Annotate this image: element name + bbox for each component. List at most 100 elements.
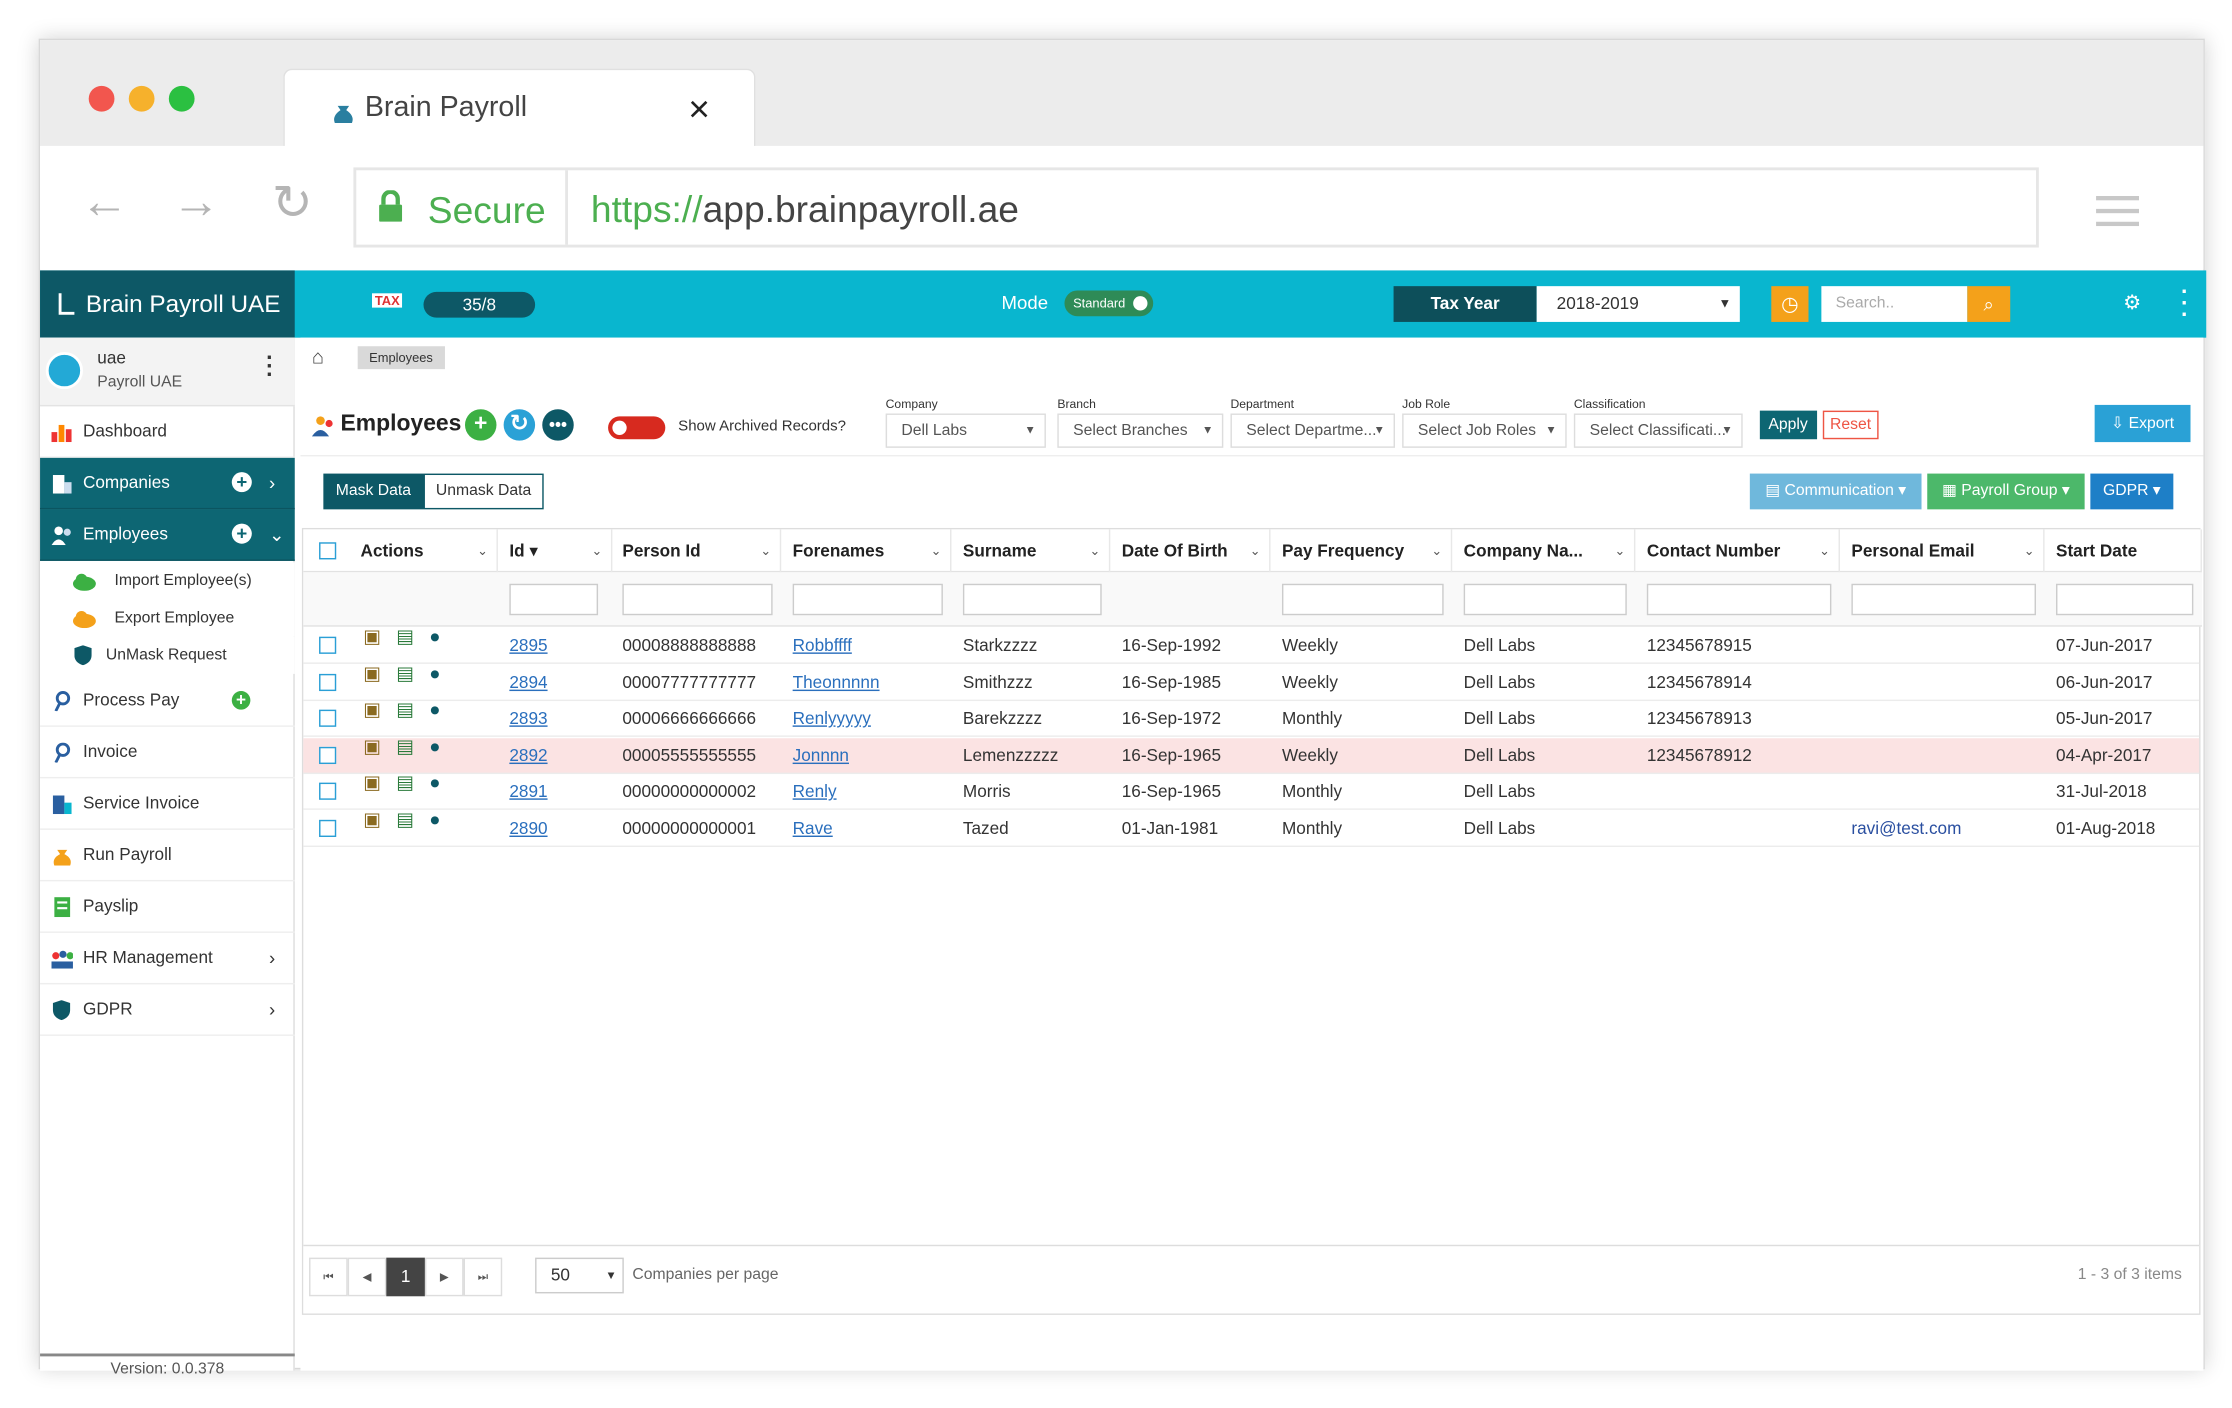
clock-icon[interactable]: ◷ <box>1771 286 1809 322</box>
mask-data-button[interactable]: Mask Data <box>323 473 424 510</box>
column-header[interactable]: Date Of Birth ⌄ <box>1110 529 1271 573</box>
chevron-right-icon[interactable]: › <box>269 933 275 983</box>
reload-icon[interactable]: ↻ <box>272 175 313 232</box>
column-header[interactable]: Actions ⌄ <box>349 529 498 573</box>
forename-link[interactable]: Jonnnn <box>793 745 849 765</box>
browser-tab[interactable]: Brain Payroll × <box>283 68 756 149</box>
sidebar-item-invoice[interactable]: Invoice <box>40 727 295 779</box>
document-add-icon[interactable]: ▤ <box>396 700 414 719</box>
forename-link[interactable]: Renly <box>793 781 837 801</box>
prev-page-button[interactable]: ◀ <box>347 1257 387 1297</box>
sidebar-subitem-export-employee[interactable]: Export Employee <box>40 599 295 637</box>
table-row[interactable]: ▣ ▤ ● 2891 00000000000002 Renly Morris 16-Sep-1… <box>303 773 2200 810</box>
edit-icon[interactable]: ▣ <box>363 627 381 646</box>
column-filter-input[interactable] <box>1851 583 2036 616</box>
maximize-window-button[interactable] <box>168 85 195 112</box>
home-icon[interactable]: ⌂ <box>312 345 324 368</box>
close-window-button[interactable] <box>88 85 115 112</box>
next-page-button[interactable]: ▶ <box>424 1257 464 1297</box>
export-button[interactable]: ⇩ Export <box>2094 404 2191 443</box>
add-employee-button[interactable]: + <box>464 409 497 441</box>
document-add-icon[interactable]: ▤ <box>396 663 414 682</box>
table-row[interactable]: ▣ ▤ ● 2893 00006666666666 Renlyyyyy Barekzzzz 1… <box>303 700 2200 737</box>
column-filter-input[interactable] <box>622 583 773 616</box>
column-header[interactable]: Start Date <box>2045 529 2202 573</box>
more-options-icon[interactable]: ••• <box>542 409 574 441</box>
edit-icon[interactable]: ▣ <box>363 736 381 755</box>
column-filter-input[interactable] <box>509 583 599 616</box>
sidebar-item-payslip[interactable]: Payslip <box>40 881 295 933</box>
brand-logo[interactable]: Brain Payroll UAE <box>40 270 295 338</box>
document-add-icon[interactable]: ▤ <box>396 809 414 828</box>
column-filter-input[interactable] <box>1646 583 1832 616</box>
gdpr-button[interactable]: GDPR ▾ <box>2090 473 2174 510</box>
more-options-icon[interactable]: ● <box>429 809 446 828</box>
search-input[interactable]: Search.. <box>1821 286 1968 322</box>
forward-arrow-icon[interactable]: → <box>172 175 221 231</box>
job-role-select[interactable]: Select Job Roles ▼ <box>1402 413 1567 448</box>
forename-link[interactable]: Rave <box>793 818 833 838</box>
column-header[interactable]: Personal Email ⌄ <box>1840 529 2045 573</box>
department-select[interactable]: Select Departme... ▼ <box>1230 413 1395 448</box>
branch-select[interactable]: Select Branches ▼ <box>1057 413 1224 448</box>
employee-id-link[interactable]: 2893 <box>509 708 547 728</box>
row-checkbox[interactable] <box>319 746 337 764</box>
apply-button[interactable]: Apply <box>1759 410 1817 440</box>
chevron-right-icon[interactable]: › <box>269 984 275 1034</box>
row-checkbox[interactable] <box>319 709 337 727</box>
first-page-button[interactable]: ⏮ <box>309 1257 348 1297</box>
tax-year-select[interactable]: 2018-2019 ▼ <box>1536 286 1740 322</box>
column-header[interactable]: Pay Frequency ⌄ <box>1271 529 1453 573</box>
search-icon[interactable]: ⌕ <box>1967 286 2011 322</box>
column-header[interactable]: Person Id ⌄ <box>611 529 782 573</box>
select-all-checkbox[interactable] <box>319 542 337 560</box>
table-row[interactable]: ▣ ▤ ● 2892 00005555555555 Jonnnn Lemenzzzzz 16-… <box>303 736 2200 774</box>
document-add-icon[interactable]: ▤ <box>396 627 414 646</box>
sidebar-item-process-pay[interactable]: Process Pay + <box>40 675 295 727</box>
table-row[interactable]: ▣ ▤ ● 2895 00008888888888 Robbffff Starkzzzz 16… <box>303 627 2200 664</box>
forename-link[interactable]: Theonnnnn <box>793 672 880 692</box>
add-employee-icon[interactable]: + <box>231 523 252 544</box>
forename-link[interactable]: Renlyyyyy <box>793 708 871 728</box>
reset-button[interactable]: Reset <box>1822 410 1879 440</box>
communication-button[interactable]: ▤ Communication ▾ <box>1749 473 1922 510</box>
sidebar-item-run-payroll[interactable]: Run Payroll <box>40 830 295 882</box>
more-vertical-icon[interactable]: · · · <box>2180 281 2189 327</box>
edit-icon[interactable]: ▣ <box>363 700 381 719</box>
row-checkbox[interactable] <box>319 636 337 654</box>
employee-id-link[interactable]: 2894 <box>509 672 547 692</box>
column-header[interactable]: Contact Number ⌄ <box>1635 529 1840 573</box>
address-bar[interactable]: Secure https://app.brainpayroll.ae <box>353 167 2039 248</box>
back-arrow-icon[interactable]: ← <box>80 175 129 231</box>
chevron-down-icon[interactable]: ⌄ <box>269 509 285 559</box>
unmask-data-button[interactable]: Unmask Data <box>423 473 544 510</box>
document-add-icon[interactable]: ▤ <box>396 773 414 792</box>
page-size-select[interactable]: 50 ▼ <box>535 1257 624 1294</box>
column-filter-input[interactable] <box>962 583 1102 616</box>
chevron-right-icon[interactable]: › <box>269 458 275 508</box>
employee-id-link[interactable]: 2891 <box>509 781 547 801</box>
table-row[interactable]: ▣ ▤ ● 2894 00007777777777 Theonnnnn Smithzzz 16… <box>303 663 2200 701</box>
sidebar-item-service-invoice[interactable]: Service Invoice <box>40 778 295 830</box>
close-tab-icon[interactable]: × <box>688 87 710 131</box>
avatar[interactable] <box>45 351 83 390</box>
sidebar-item-dashboard[interactable]: Dashboard <box>40 406 295 458</box>
more-options-icon[interactable]: ● <box>429 736 446 755</box>
document-add-icon[interactable]: ▤ <box>396 736 414 755</box>
payroll-group-button[interactable]: ▦ Payroll Group ▾ <box>1927 473 2085 510</box>
more-options-icon[interactable]: ● <box>429 627 446 646</box>
column-header[interactable]: Surname ⌄ <box>951 529 1111 573</box>
table-row[interactable]: ▣ ▤ ● 2890 00000000000001 Rave Tazed 01-Jan-198… <box>303 809 2200 847</box>
column-header[interactable]: Id ▾ ⌄ <box>498 529 613 573</box>
column-header[interactable]: Company Na... ⌄ <box>1452 529 1636 573</box>
breadcrumb-current[interactable]: Employees <box>357 346 445 370</box>
sidebar-subitem-unmask-request[interactable]: UnMask Request <box>40 636 295 674</box>
more-options-icon[interactable]: ● <box>429 663 446 682</box>
employee-id-link[interactable]: 2892 <box>509 745 547 765</box>
row-checkbox[interactable] <box>319 819 337 837</box>
column-filter-input[interactable] <box>1463 583 1627 616</box>
more-vertical-icon[interactable]: · · · <box>266 347 274 387</box>
gear-icon[interactable]: ⚙ <box>2123 290 2141 314</box>
classification-select[interactable]: Select Classificati... ▼ <box>1573 413 1743 448</box>
employee-id-link[interactable]: 2890 <box>509 818 547 838</box>
